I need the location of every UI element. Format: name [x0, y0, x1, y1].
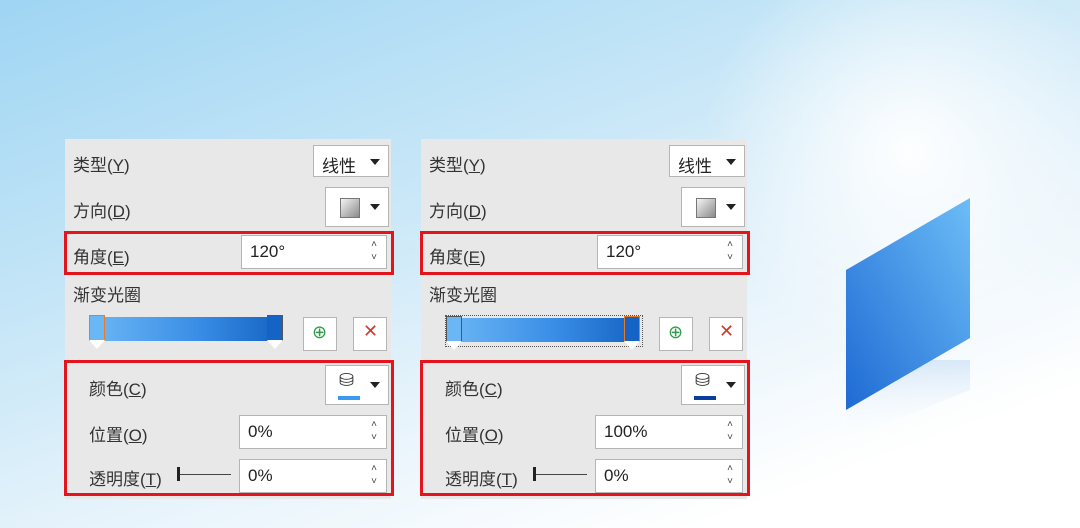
stop-settings-highlight — [64, 360, 394, 496]
chevron-down-icon — [370, 159, 380, 165]
type-value: 线性 — [322, 157, 356, 176]
add-stop-icon: ⊕ — [312, 322, 328, 342]
chevron-down-icon — [370, 204, 380, 210]
gradient-direction-icon — [696, 198, 716, 218]
gradient-bar — [93, 317, 281, 341]
chevron-down-icon — [726, 204, 736, 210]
add-stop-icon: ⊕ — [668, 322, 684, 342]
gradient-stop-end[interactable] — [267, 315, 283, 349]
gradient-stops-row: 渐变光圈 ⊕ ✕ — [421, 277, 747, 357]
direction-label: 方向(D) — [73, 202, 131, 221]
direction-dropdown[interactable] — [325, 187, 389, 227]
type-dropdown[interactable]: 线性 — [669, 145, 745, 177]
type-dropdown[interactable]: 线性 — [313, 145, 389, 177]
gradient-stops-track[interactable] — [89, 315, 285, 349]
add-gradient-stop-button[interactable]: ⊕ — [303, 317, 337, 351]
direction-row: 方向(D) — [65, 185, 391, 229]
gradient-direction-icon — [340, 198, 360, 218]
remove-gradient-stop-button[interactable]: ✕ — [353, 317, 387, 351]
gradient-stop-start[interactable] — [89, 315, 105, 349]
type-value: 线性 — [678, 157, 712, 176]
fill-format-panel: 类型(Y) 线性 方向(D) 角度(E) 120° ˄ ˅ 渐变光圈 ⊕ ✕ 颜… — [420, 139, 750, 499]
angle-highlight — [420, 231, 750, 275]
gradient-bar — [450, 318, 638, 342]
fill-format-panel: 类型(Y) 线性 方向(D) 角度(E) 120° ˄ ˅ 渐变光圈 ⊕ ✕ 颜… — [64, 139, 394, 499]
remove-gradient-stop-button[interactable]: ✕ — [709, 317, 743, 351]
gradient-stops-track[interactable] — [445, 315, 643, 350]
gradient-stops-label: 渐变光圈 — [429, 286, 497, 305]
remove-stop-icon: ✕ — [363, 321, 379, 341]
direction-label: 方向(D) — [429, 202, 487, 221]
type-row: 类型(Y) 线性 — [421, 139, 747, 183]
stop-settings-highlight — [420, 360, 750, 496]
gradient-stop-end[interactable] — [624, 316, 640, 350]
remove-stop-icon: ✕ — [719, 321, 735, 341]
shape-reflection — [846, 360, 970, 440]
direction-dropdown[interactable] — [681, 187, 745, 227]
add-gradient-stop-button[interactable]: ⊕ — [659, 317, 693, 351]
type-label: 类型(Y) — [429, 156, 486, 175]
gradient-stops-row: 渐变光圈 ⊕ ✕ — [65, 277, 391, 357]
chevron-down-icon — [726, 159, 736, 165]
type-row: 类型(Y) 线性 — [65, 139, 391, 183]
type-label: 类型(Y) — [73, 156, 130, 175]
angle-highlight — [64, 231, 394, 275]
direction-row: 方向(D) — [421, 185, 747, 229]
gradient-stop-start[interactable] — [446, 316, 462, 350]
gradient-stops-label: 渐变光圈 — [73, 286, 141, 305]
